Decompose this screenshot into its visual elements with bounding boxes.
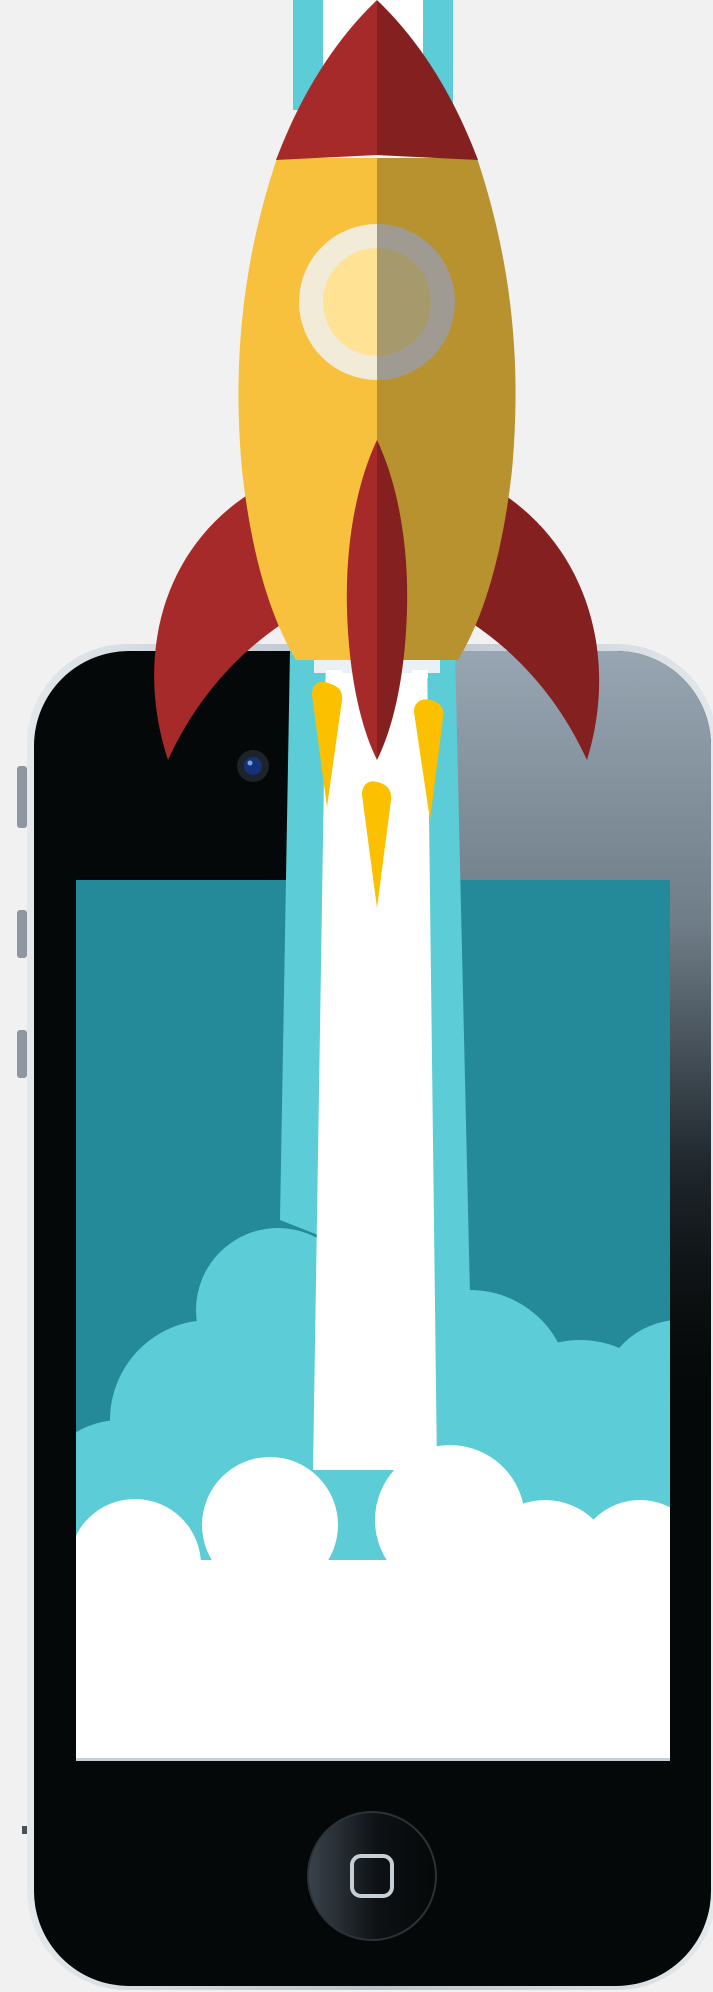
volume-up-button[interactable] [17,910,27,958]
illustration-stage [0,0,713,1992]
volume-down-button[interactable] [17,1030,27,1078]
porthole-window [299,224,455,380]
camera-icon [237,750,269,782]
home-button[interactable] [307,1811,437,1941]
rocket-phone-illustration [17,0,713,1990]
mute-switch[interactable] [17,766,27,828]
